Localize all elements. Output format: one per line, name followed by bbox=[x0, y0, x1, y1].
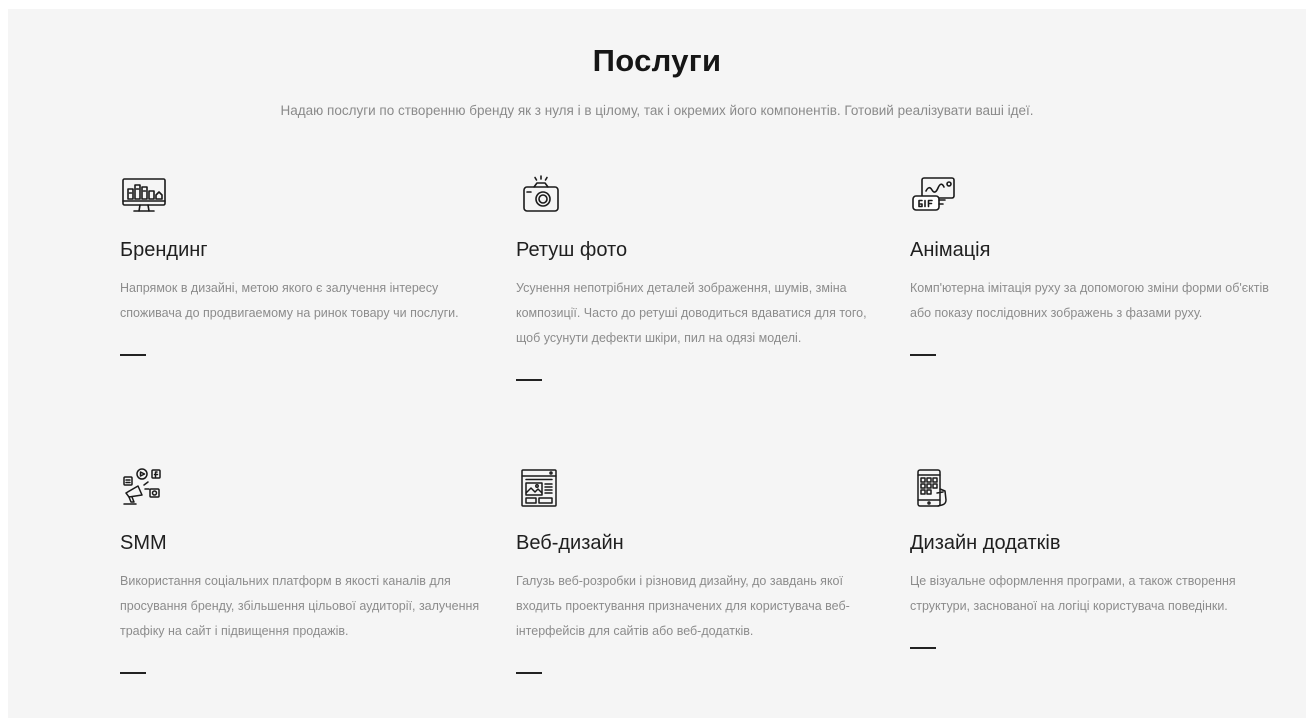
section-subtitle: Надаю послуги по створенню бренду як з н… bbox=[280, 103, 1034, 118]
gif-animation-icon bbox=[910, 174, 958, 216]
service-divider bbox=[516, 379, 542, 381]
camera-icon bbox=[516, 174, 564, 216]
service-title: Брендинг bbox=[120, 239, 208, 261]
service-card-app-design: Дизайн додатків Це візуальне оформлення … bbox=[910, 467, 1270, 649]
service-description: Галузь веб-розробки і різновид дизайну, … bbox=[516, 574, 850, 638]
service-card-photo-retouch: Ретуш фото Усунення непотрібних деталей … bbox=[516, 174, 876, 381]
service-divider bbox=[120, 672, 146, 674]
service-title: Ретуш фото bbox=[516, 239, 628, 261]
service-card-branding: Брендинг Напрямок в дизайні, метою якого… bbox=[120, 174, 480, 356]
web-design-icon bbox=[516, 467, 564, 509]
service-title: Дизайн додатків bbox=[910, 532, 1061, 554]
service-divider bbox=[516, 672, 542, 674]
service-card-smm: SMM Використання соціальних платформ в я… bbox=[120, 467, 480, 674]
smm-megaphone-icon bbox=[120, 467, 168, 509]
service-divider bbox=[910, 647, 936, 649]
service-title: SMM bbox=[120, 532, 167, 554]
service-description: Комп'ютерна імітація руху за допомогою з… bbox=[910, 281, 1269, 320]
mobile-app-icon bbox=[910, 467, 958, 509]
service-divider bbox=[910, 354, 936, 356]
service-title: Анімація bbox=[910, 239, 991, 261]
service-description: Напрямок в дизайні, метою якого є залуче… bbox=[120, 281, 459, 320]
service-description: Усунення непотрібних деталей зображення,… bbox=[516, 281, 867, 345]
service-description: Це візуальне оформлення програми, а тако… bbox=[910, 574, 1236, 613]
branding-monitor-icon bbox=[120, 174, 168, 216]
section-title: Послуги bbox=[592, 43, 722, 78]
service-card-web-design: Веб-дизайн Галузь веб-розробки і різнови… bbox=[516, 467, 876, 674]
service-divider bbox=[120, 354, 146, 356]
service-card-animation: Анімація Комп'ютерна імітація руху за до… bbox=[910, 174, 1270, 356]
service-description: Використання соціальних платформ в якост… bbox=[120, 574, 480, 638]
service-title: Веб-дизайн bbox=[516, 532, 624, 554]
